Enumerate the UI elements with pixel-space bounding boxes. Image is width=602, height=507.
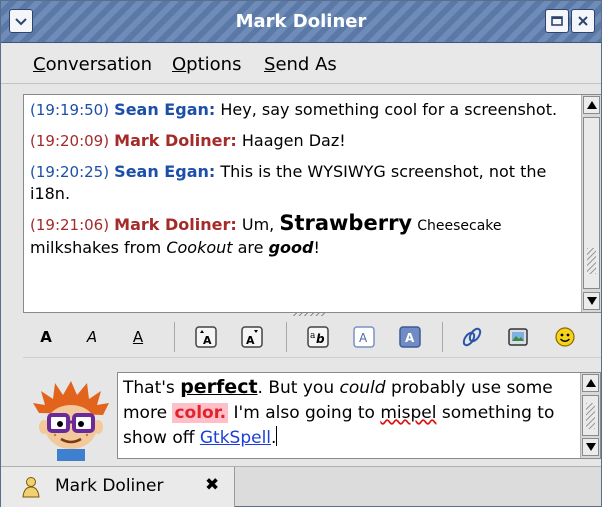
menu-conversation[interactable]: Conversation bbox=[33, 54, 152, 76]
misspelled-word[interactable]: mispel bbox=[380, 403, 436, 423]
message: (19:20:09) Mark Doliner: Haagen Daz! bbox=[30, 130, 568, 152]
formatting-toolbar: A A A A A a b A A bbox=[23, 316, 601, 358]
scroll-up-button[interactable] bbox=[583, 96, 600, 114]
toolbar-separator bbox=[442, 322, 443, 352]
svg-text:A: A bbox=[203, 334, 212, 347]
formatted-text-italic: could bbox=[339, 378, 386, 398]
toolbar-separator bbox=[286, 322, 287, 352]
maximize-button[interactable] bbox=[545, 9, 569, 33]
entry-text[interactable]: That's perfect. But you could probably u… bbox=[123, 375, 573, 451]
italic-button[interactable]: A bbox=[77, 323, 107, 351]
log-scroll-thumb[interactable] bbox=[583, 117, 600, 289]
text-color-icon: A bbox=[353, 326, 375, 348]
message-timestamp: (19:20:09) bbox=[30, 132, 110, 150]
grip-icon bbox=[586, 403, 595, 429]
toolbar-separator bbox=[174, 322, 175, 352]
background-color-icon: A bbox=[399, 326, 421, 348]
title-bar[interactable]: Mark Doliner bbox=[1, 1, 601, 43]
message-entry[interactable]: That's perfect. But you could probably u… bbox=[117, 372, 601, 459]
shrink-font-button[interactable]: A bbox=[237, 323, 267, 351]
insert-link-button[interactable] bbox=[457, 323, 487, 351]
log-scrollbar[interactable] bbox=[581, 95, 601, 312]
scroll-down-button[interactable] bbox=[582, 438, 599, 456]
conversation-log[interactable]: (19:19:50) Sean Egan: Hey, say something… bbox=[23, 94, 601, 313]
svg-text:b: b bbox=[316, 332, 325, 346]
underline-icon: A bbox=[132, 328, 144, 346]
menu-options[interactable]: Options bbox=[172, 54, 241, 76]
bold-button[interactable]: A bbox=[31, 323, 61, 351]
tab-label: Mark Doliner bbox=[55, 476, 164, 496]
formatted-text-bold-underline: perfect bbox=[180, 376, 258, 398]
entry-scroll-thumb[interactable] bbox=[582, 395, 599, 436]
message-sender: Sean Egan: bbox=[114, 162, 216, 181]
message-list: (19:19:50) Sean Egan: Hey, say something… bbox=[30, 99, 568, 267]
svg-text:A: A bbox=[405, 331, 415, 345]
message-text: Hey, say something cool for a screenshot… bbox=[220, 100, 558, 119]
message-text: Haagen Daz! bbox=[241, 131, 346, 150]
insert-smiley-button[interactable] bbox=[550, 323, 580, 351]
formatted-text-large: Strawberry bbox=[279, 211, 413, 235]
text-color-button[interactable]: A bbox=[349, 323, 379, 351]
buddy-status-icon bbox=[22, 477, 40, 498]
link-icon bbox=[462, 327, 482, 347]
formatted-text-small: Cheesecake bbox=[417, 218, 502, 234]
entry-scrollbar[interactable] bbox=[580, 373, 600, 458]
tab-bar: Mark Doliner ✖ bbox=[1, 466, 601, 507]
close-tab-icon[interactable]: ✖ bbox=[205, 475, 219, 495]
background-color-button[interactable]: A bbox=[395, 323, 425, 351]
scroll-down-button[interactable] bbox=[583, 292, 600, 310]
font-face-button[interactable]: a b bbox=[303, 323, 333, 351]
window-title: Mark Doliner bbox=[235, 11, 367, 32]
font-face-icon: a b bbox=[307, 326, 329, 348]
smiley-icon bbox=[555, 327, 575, 347]
message-sender: Sean Egan: bbox=[114, 100, 216, 119]
tab-mark-doliner[interactable]: Mark Doliner ✖ bbox=[1, 467, 235, 507]
menu-bar: Conversation Options Send As bbox=[1, 44, 601, 84]
arrow-down-icon bbox=[586, 297, 597, 305]
arrow-up-icon bbox=[585, 379, 596, 387]
formatted-text-italic: Cookout bbox=[166, 238, 233, 257]
arrow-down-icon bbox=[585, 443, 596, 451]
text-cursor bbox=[276, 426, 278, 446]
message-sender: Mark Doliner: bbox=[114, 215, 237, 234]
close-icon bbox=[578, 16, 588, 26]
message-sender: Mark Doliner: bbox=[114, 131, 237, 150]
bold-icon: A bbox=[40, 328, 52, 346]
message: (19:19:50) Sean Egan: Hey, say something… bbox=[30, 99, 568, 121]
grow-font-button[interactable]: A bbox=[191, 323, 221, 351]
underline-button[interactable]: A bbox=[123, 323, 153, 351]
shrink-font-icon: A bbox=[241, 326, 263, 348]
scroll-up-button[interactable] bbox=[582, 374, 599, 392]
formatted-text-highlight: color. bbox=[172, 403, 229, 423]
menu-send-as[interactable]: Send As bbox=[264, 54, 337, 76]
message-timestamp: (19:21:06) bbox=[30, 216, 110, 234]
conversation-window: Mark Doliner Conversation Options Send A… bbox=[0, 0, 602, 507]
italic-icon: A bbox=[86, 328, 98, 346]
close-window-button[interactable] bbox=[571, 9, 595, 33]
message: (19:21:06) Mark Doliner: Um, Strawberry … bbox=[30, 213, 568, 258]
message-timestamp: (19:20:25) bbox=[30, 163, 110, 181]
grip-icon bbox=[587, 248, 596, 274]
insert-image-button[interactable] bbox=[503, 323, 533, 351]
grow-font-icon: A bbox=[195, 326, 217, 348]
gtkspell-link[interactable]: GtkSpell bbox=[200, 428, 271, 448]
buddy-icon[interactable] bbox=[29, 377, 113, 461]
formatted-text-bold-italic: good bbox=[268, 238, 314, 257]
image-icon bbox=[508, 328, 528, 346]
avatar-icon bbox=[33, 381, 109, 461]
svg-text:A: A bbox=[359, 331, 368, 345]
arrow-up-icon bbox=[586, 101, 597, 109]
message: (19:20:25) Sean Egan: This is the WYSIWY… bbox=[30, 161, 568, 204]
maximize-icon bbox=[551, 16, 563, 26]
message-timestamp: (19:19:50) bbox=[30, 101, 110, 119]
svg-text:A: A bbox=[246, 334, 255, 347]
